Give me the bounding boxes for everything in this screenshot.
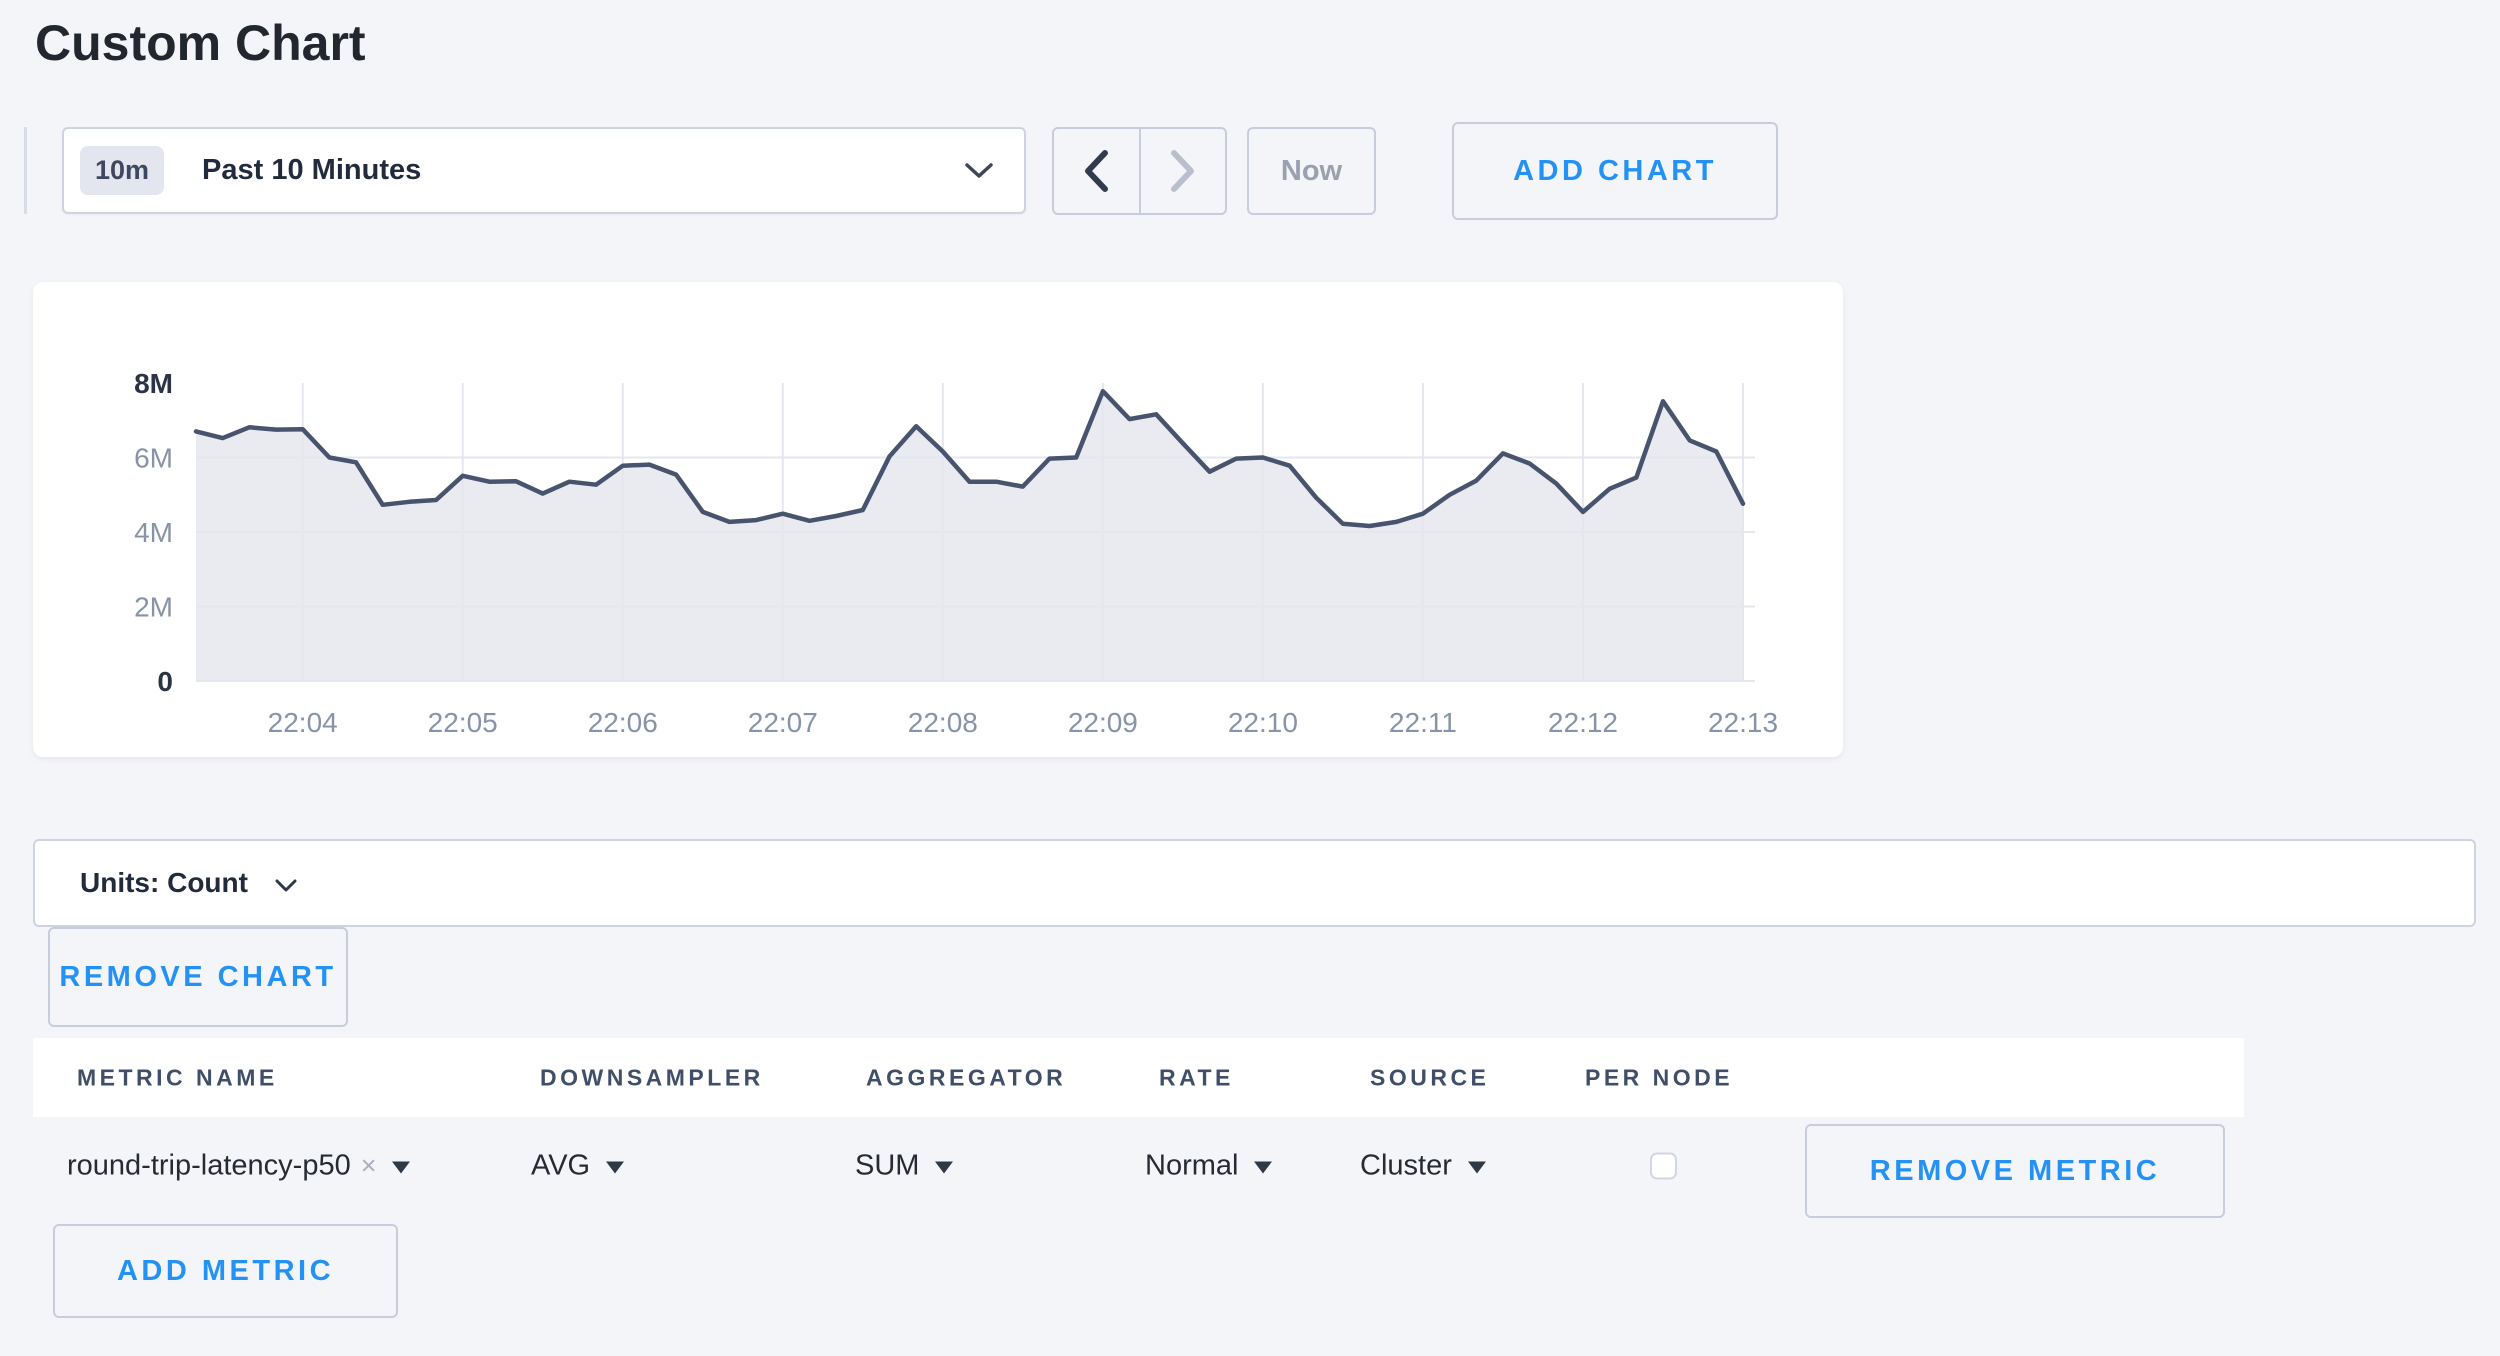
time-range-badge: 10m bbox=[80, 146, 164, 195]
svg-text:2M: 2M bbox=[134, 592, 173, 623]
column-header-per-node: PER NODE bbox=[1585, 1064, 1733, 1091]
svg-text:22:13: 22:13 bbox=[1708, 707, 1778, 738]
caret-down-icon bbox=[392, 1162, 410, 1174]
timeseries-chart[interactable]: 22:04 22:05 22:06 22:07 22:08 22:09 22:10 22:11… bbox=[33, 282, 1843, 757]
svg-text:4M: 4M bbox=[134, 517, 173, 548]
timeseries-chart-card: 22:04 22:05 22:06 22:07 22:08 22:09 22:10 22:11… bbox=[33, 282, 1843, 757]
svg-text:22:04: 22:04 bbox=[268, 707, 338, 738]
remove-chart-label: REMOVE CHART bbox=[59, 961, 336, 994]
toolbar-divider bbox=[24, 127, 27, 214]
time-range-label: Past 10 Minutes bbox=[202, 154, 964, 187]
source-value: Cluster bbox=[1360, 1149, 1452, 1182]
step-back-button[interactable] bbox=[1054, 129, 1141, 213]
aggregator-value: SUM bbox=[855, 1149, 919, 1182]
svg-text:22:12: 22:12 bbox=[1548, 707, 1618, 738]
rate-select[interactable]: Normal bbox=[1145, 1149, 1272, 1182]
metric-name-value: round-trip-latency-p50 bbox=[67, 1149, 351, 1182]
caret-down-icon bbox=[1468, 1162, 1486, 1174]
source-select[interactable]: Cluster bbox=[1360, 1149, 1486, 1182]
remove-metric-label: REMOVE METRIC bbox=[1870, 1155, 2160, 1188]
step-forward-button[interactable] bbox=[1141, 129, 1226, 213]
rate-value: Normal bbox=[1145, 1149, 1238, 1182]
per-node-checkbox[interactable] bbox=[1650, 1152, 1677, 1179]
aggregator-select[interactable]: SUM bbox=[855, 1149, 953, 1182]
page-title: Custom Chart bbox=[35, 14, 366, 72]
units-dropdown[interactable]: Units: Count bbox=[33, 839, 2476, 927]
svg-text:0: 0 bbox=[157, 666, 173, 697]
svg-text:22:09: 22:09 bbox=[1068, 707, 1138, 738]
downsampler-value: AVG bbox=[531, 1149, 590, 1182]
svg-text:6M: 6M bbox=[134, 443, 173, 474]
remove-metric-button[interactable]: REMOVE METRIC bbox=[1805, 1124, 2225, 1218]
add-metric-label: ADD METRIC bbox=[117, 1255, 334, 1288]
add-chart-button[interactable]: ADD CHART bbox=[1452, 122, 1778, 220]
add-chart-label: ADD CHART bbox=[1513, 155, 1717, 188]
svg-text:22:11: 22:11 bbox=[1389, 707, 1457, 738]
downsampler-select[interactable]: AVG bbox=[531, 1149, 624, 1182]
column-header-metric-name: METRIC NAME bbox=[77, 1064, 278, 1091]
svg-text:22:10: 22:10 bbox=[1228, 707, 1298, 738]
clear-metric-icon[interactable]: × bbox=[361, 1150, 377, 1181]
caret-down-icon bbox=[606, 1162, 624, 1174]
column-header-source: SOURCE bbox=[1370, 1064, 1489, 1091]
remove-chart-button[interactable]: REMOVE CHART bbox=[48, 927, 348, 1027]
units-label: Units: Count bbox=[80, 867, 248, 899]
now-button[interactable]: Now bbox=[1247, 127, 1376, 215]
svg-text:8M: 8M bbox=[134, 368, 173, 399]
chevron-down-icon bbox=[274, 878, 298, 893]
time-range-dropdown[interactable]: 10m Past 10 Minutes bbox=[62, 127, 1026, 214]
caret-down-icon bbox=[1254, 1162, 1272, 1174]
column-header-downsampler: DOWNSAMPLER bbox=[540, 1064, 764, 1091]
chevron-right-icon bbox=[1168, 149, 1198, 193]
svg-text:22:07: 22:07 bbox=[748, 707, 818, 738]
svg-text:22:05: 22:05 bbox=[428, 707, 498, 738]
column-header-rate: RATE bbox=[1159, 1064, 1234, 1091]
per-node-cell bbox=[1650, 1152, 1677, 1179]
now-button-label: Now bbox=[1281, 155, 1342, 188]
time-step-buttons bbox=[1052, 127, 1227, 215]
column-header-aggregator: AGGREGATOR bbox=[866, 1064, 1066, 1091]
chevron-down-icon bbox=[964, 162, 994, 180]
metric-name-select[interactable]: round-trip-latency-p50 × bbox=[67, 1149, 410, 1182]
add-metric-button[interactable]: ADD METRIC bbox=[53, 1224, 398, 1318]
metrics-table-header: METRIC NAME DOWNSAMPLER AGGREGATOR RATE … bbox=[33, 1038, 2244, 1117]
caret-down-icon bbox=[935, 1162, 953, 1174]
svg-text:22:08: 22:08 bbox=[908, 707, 978, 738]
chevron-left-icon bbox=[1081, 149, 1111, 193]
svg-text:22:06: 22:06 bbox=[588, 707, 658, 738]
